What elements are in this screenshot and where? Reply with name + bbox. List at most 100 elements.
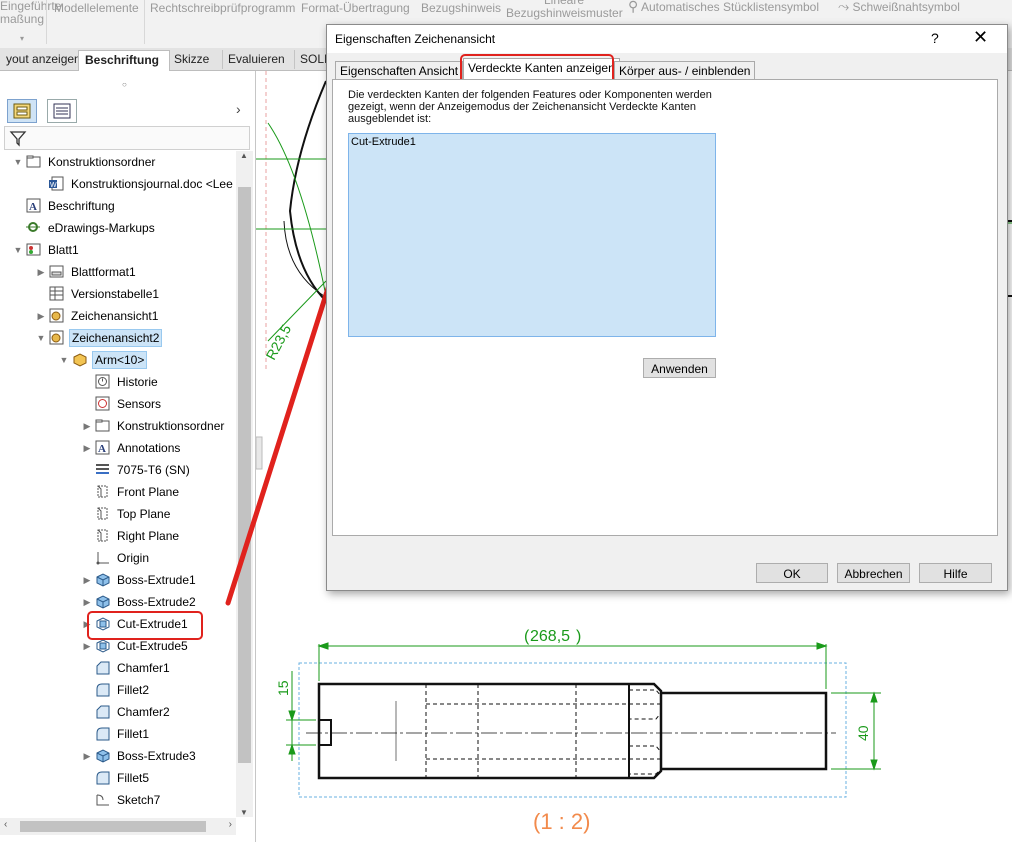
tree-item[interactable]: Right Plane: [95, 526, 181, 546]
plane-icon: [95, 484, 110, 499]
tree-item[interactable]: Chamfer2: [95, 702, 172, 722]
dialog-help-icon[interactable]: ?: [931, 30, 939, 46]
tree-item[interactable]: Historie: [95, 372, 160, 392]
tree-item[interactable]: ▶ A Annotations: [84, 438, 182, 458]
expand-open-icon[interactable]: ▼: [13, 240, 23, 260]
vertical-scrollbar[interactable]: ▲ ▼: [236, 151, 253, 817]
tab-beschriftung[interactable]: Beschriftung: [78, 50, 170, 71]
ribbon-schweissnahtsymbol[interactable]: ⤳ Schweißnahtsymbol: [838, 0, 960, 14]
tree-item[interactable]: ▶ Boss-Extrude3: [84, 746, 198, 766]
tab-skizze[interactable]: Skizze: [168, 50, 223, 69]
cancel-button[interactable]: Abbrechen: [837, 563, 910, 583]
scroll-up-icon[interactable]: ▲: [240, 151, 248, 160]
expand-open-icon[interactable]: ▼: [13, 152, 23, 172]
help-button[interactable]: Hilfe: [919, 563, 992, 583]
tab-evaluieren[interactable]: Evaluieren: [222, 50, 295, 69]
tree-item-label: Boss-Extrude2: [117, 595, 196, 609]
feature-manager-tab[interactable]: [7, 99, 37, 123]
apply-button[interactable]: Anwenden: [643, 358, 716, 378]
tab-eigenschaften-ansicht[interactable]: Eigenschaften Ansicht: [335, 61, 464, 81]
chevron-down-icon: ▾: [19, 34, 24, 43]
tree-item[interactable]: A Beschriftung: [26, 196, 117, 216]
expand-open-icon[interactable]: ▼: [59, 350, 69, 370]
property-manager-tab[interactable]: [47, 99, 77, 123]
length-dimension-close-paren: ): [576, 628, 581, 645]
ribbon-bezugshinweis[interactable]: Bezugshinweis: [421, 2, 501, 15]
hidden-edges-feature-list[interactable]: Cut-Extrude1: [348, 133, 716, 337]
vertical-scroll-thumb[interactable]: [238, 187, 251, 763]
tree-item[interactable]: eDrawings-Markups: [26, 218, 157, 238]
tree-item[interactable]: ▼ Arm<10>: [60, 350, 148, 370]
plane-icon: [95, 506, 110, 521]
dialog-close-icon[interactable]: ✕: [973, 27, 988, 48]
scroll-left-icon[interactable]: ‹: [4, 819, 7, 830]
tree-filter-bar[interactable]: [4, 126, 250, 150]
tree-item[interactable]: Origin: [95, 548, 151, 568]
ribbon-rechtschreibpruefung[interactable]: Rechtschreibprüfprogramm: [150, 2, 295, 15]
tree-item[interactable]: ▶ Boss-Extrude1: [84, 570, 198, 590]
expand-closed-icon[interactable]: ▶: [82, 592, 92, 612]
tree-item[interactable]: W Konstruktionsjournal.doc <Lee: [49, 174, 235, 194]
sensor-icon: [95, 396, 110, 411]
tree-item[interactable]: ▶ Konstruktionsordner: [84, 416, 226, 436]
annotation-icon: A: [26, 198, 41, 213]
view-scale-label: (1 : 2): [533, 809, 590, 834]
expand-closed-icon[interactable]: ▶: [36, 262, 46, 282]
expand-closed-icon[interactable]: ▶: [82, 416, 92, 436]
height-dimension-left[interactable]: 15: [275, 680, 291, 696]
scroll-right-icon[interactable]: ›: [229, 819, 232, 830]
tree-item[interactable]: Fillet1: [95, 724, 151, 744]
tree-item[interactable]: Front Plane: [95, 482, 181, 502]
tree-item[interactable]: Sketch7: [95, 790, 162, 810]
expand-closed-icon[interactable]: ▶: [82, 746, 92, 766]
tree-item[interactable]: Top Plane: [95, 504, 172, 524]
scroll-down-icon[interactable]: ▼: [240, 808, 248, 817]
tree-item[interactable]: ▼ Blatt1: [14, 240, 81, 260]
hidden-edges-description: Die verdeckten Kanten der folgenden Feat…: [348, 89, 712, 125]
tab-koerper-einblenden[interactable]: Körper aus- / einblenden: [614, 61, 756, 81]
expand-closed-icon[interactable]: ▶: [36, 306, 46, 326]
splitter-handle-icon[interactable]: ○: [122, 80, 127, 89]
list-item[interactable]: Cut-Extrude1: [351, 136, 416, 148]
tree-item[interactable]: Sensors: [95, 394, 163, 414]
tree-item[interactable]: 7075-T6 (SN): [95, 460, 192, 480]
dialog-title-bar[interactable]: Eigenschaften Zeichenansicht ? ✕: [327, 25, 1007, 53]
tree-item[interactable]: ▼ Konstruktionsordner: [14, 152, 157, 172]
tree-item[interactable]: Fillet2: [95, 680, 151, 700]
expand-closed-icon[interactable]: ▶: [82, 438, 92, 458]
cut-extrude1-highlight-box: [87, 611, 203, 640]
tree-item[interactable]: Fillet5: [95, 768, 151, 788]
horizontal-scroll-thumb[interactable]: [20, 821, 206, 832]
ribbon-fragment-left[interactable]: Eingeführte maßung ▾: [0, 0, 61, 45]
folder-icon: [26, 154, 41, 169]
tree-item[interactable]: ▶ Blattformat1: [38, 262, 138, 282]
tree-item-label: Fillet1: [117, 727, 150, 741]
tab-layout-anzeigen[interactable]: yout anzeigen: [0, 50, 79, 69]
boss-extrude-icon: [95, 748, 110, 763]
ribbon-stuecklistensymbol[interactable]: ⚲ Automatisches Stücklistensymbol: [628, 0, 819, 14]
chevron-right-icon[interactable]: ›: [236, 101, 241, 117]
ok-button[interactable]: OK: [756, 563, 828, 583]
tree-item[interactable]: Chamfer1: [95, 658, 172, 678]
tree-item[interactable]: ▶ Boss-Extrude2: [84, 592, 198, 612]
tree-item-label: 7075-T6 (SN): [117, 463, 190, 477]
tree-item[interactable]: ▶ Zeichenansicht1: [38, 306, 160, 326]
radius-dimension[interactable]: R23,5: [263, 322, 295, 363]
sheet-icon: [26, 242, 41, 257]
expand-closed-icon[interactable]: ▶: [82, 570, 92, 590]
expand-open-icon[interactable]: ▼: [36, 328, 46, 348]
height-dimension-right[interactable]: 40: [855, 725, 871, 741]
ribbon-lineares-bezugshinweismuster[interactable]: Lineare Bezugshinweismuster: [506, 0, 623, 20]
length-dimension-open-paren: (: [524, 628, 530, 645]
ribbon-format-uebertragung[interactable]: Format-Übertragung: [301, 2, 410, 15]
tree-item-label: Right Plane: [117, 529, 180, 543]
weld-symbol-icon: ⤳: [838, 0, 850, 14]
horizontal-scrollbar[interactable]: ‹ ›: [0, 818, 236, 835]
length-dimension[interactable]: 268,5: [530, 628, 570, 645]
ribbon-modellelemente[interactable]: Modellelemente: [54, 2, 139, 15]
tree-item[interactable]: Versionstabelle1: [49, 284, 161, 304]
fillet-icon: [95, 770, 110, 785]
part-icon: [72, 352, 87, 367]
tree-item[interactable]: ▼ Zeichenansicht2: [37, 328, 163, 348]
filter-icon: [9, 131, 27, 147]
